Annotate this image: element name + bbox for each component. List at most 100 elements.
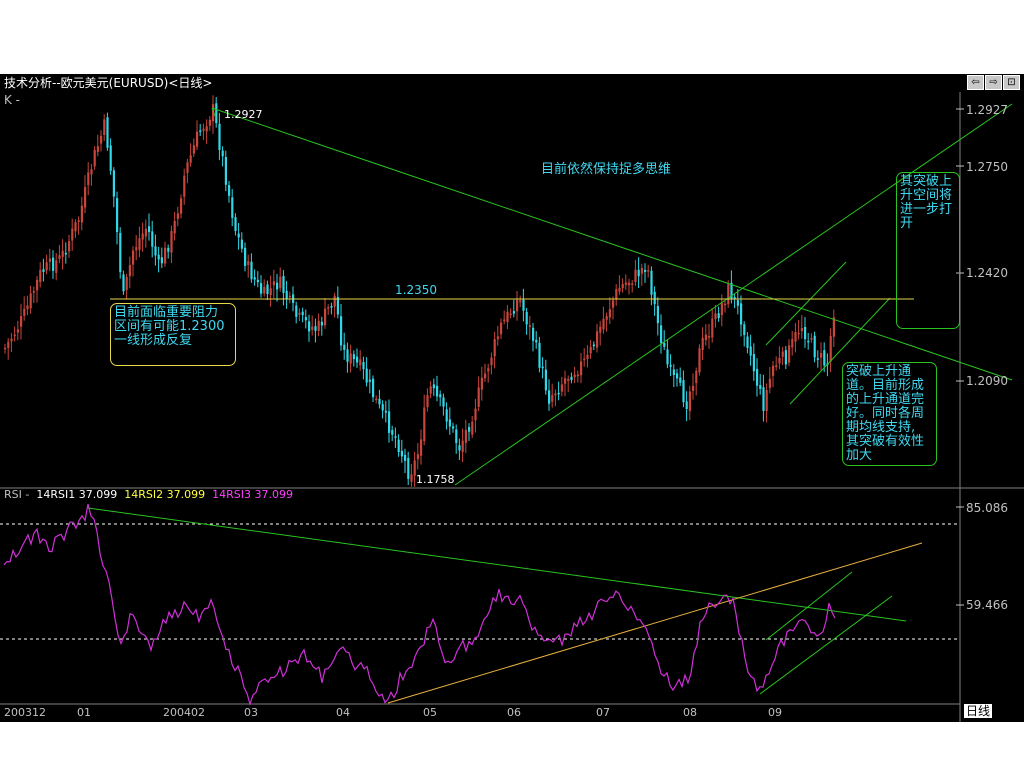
candle-body — [16, 329, 19, 333]
candle-body — [164, 247, 167, 264]
candle-body — [477, 387, 480, 407]
candle — [727, 280, 730, 308]
rsi2-label: 14RSI2 — [124, 488, 164, 501]
candle-body — [580, 361, 583, 376]
candle-body — [404, 454, 407, 461]
candle-body — [410, 474, 413, 482]
candle-body — [564, 378, 567, 384]
candle-body — [308, 321, 311, 332]
candle-body — [231, 197, 234, 218]
candle-body — [269, 288, 272, 296]
rsi-tick: 85.086 — [966, 501, 1008, 515]
annotation-line: 道。目前形成 — [846, 378, 925, 393]
candle-body — [416, 454, 419, 460]
candle-body — [106, 117, 109, 148]
candle-body — [772, 365, 775, 376]
candle-body — [570, 376, 573, 381]
candle-body — [458, 445, 461, 451]
annotation-line: 其突破有效性 — [846, 434, 925, 449]
candle-body — [352, 354, 355, 360]
candle-body — [228, 185, 231, 196]
candle-body — [135, 247, 138, 251]
candle-body — [583, 358, 586, 361]
candle-body — [336, 297, 339, 315]
x-axis-label: 09 — [768, 706, 782, 719]
candle-body — [196, 131, 199, 147]
candle-body — [455, 429, 458, 443]
candle-body — [154, 246, 157, 256]
candle-body — [84, 187, 87, 208]
candle-body — [442, 397, 445, 407]
annotation-line: 其突破上 — [900, 174, 953, 189]
candle-body — [202, 128, 205, 131]
annotation-line: 进一步打 — [900, 202, 953, 217]
candle-body — [272, 281, 275, 286]
prev-button[interactable]: ⇦ — [967, 75, 984, 90]
candle-body — [448, 419, 451, 427]
resistance-label: 1.2350 — [395, 283, 437, 297]
candle-body — [42, 269, 45, 272]
candle-body — [138, 238, 141, 250]
candle-body — [679, 377, 682, 383]
headline-annotation: 目前依然保持捉多思维 — [541, 162, 672, 177]
candle-body — [650, 270, 653, 295]
rsi-panel-name: RSI - — [4, 488, 30, 501]
candle-body — [535, 339, 538, 343]
candle-body — [157, 254, 160, 260]
annotation-line: 升空间将 — [900, 188, 953, 203]
candle-body — [538, 342, 541, 368]
candle-body — [528, 325, 531, 328]
candle-body — [240, 239, 243, 249]
candle-body — [324, 308, 327, 326]
candle-body — [253, 277, 256, 280]
candle-body — [698, 348, 701, 373]
candle-body — [644, 270, 647, 272]
candle-body — [320, 321, 323, 326]
rsi-tick: 59.466 — [966, 598, 1008, 612]
candle-body — [704, 334, 707, 341]
candle-body — [90, 169, 93, 175]
x-axis-label: 08 — [683, 706, 697, 719]
next-button[interactable]: ⇨ — [985, 75, 1002, 90]
candle-body — [317, 320, 320, 331]
candle-body — [468, 427, 471, 432]
candle-body — [717, 313, 720, 319]
candle-body — [496, 336, 499, 340]
candle-body — [720, 303, 723, 316]
candle-body — [724, 303, 727, 306]
candle-body — [237, 233, 240, 238]
candle-body — [714, 313, 717, 320]
candle-body — [276, 282, 279, 290]
candle-body — [362, 362, 365, 370]
candle-body — [176, 213, 179, 219]
candle-body — [628, 282, 631, 286]
candle-body — [816, 358, 819, 360]
candle-body — [205, 126, 208, 132]
candle-body — [151, 231, 154, 247]
candle-body — [781, 351, 784, 357]
candle-body — [96, 146, 99, 152]
candle — [119, 227, 122, 279]
candle-body — [100, 135, 103, 144]
annotation-line: 加大 — [846, 448, 873, 463]
candle-body — [708, 336, 711, 338]
low-label: 1.1758 — [416, 473, 455, 486]
candle-body — [77, 220, 80, 222]
candle-body — [701, 337, 704, 350]
candle-body — [452, 426, 455, 429]
candle-body — [490, 357, 493, 366]
candle-body — [10, 338, 13, 342]
candle-body — [119, 232, 122, 273]
price-tick: 1.2420 — [966, 266, 1008, 280]
candle-body — [167, 247, 170, 252]
x-axis-label: 05 — [423, 706, 437, 719]
annotation-line: 开 — [900, 216, 914, 231]
candle-body — [656, 306, 659, 324]
candle-body — [631, 283, 634, 285]
maximize-button[interactable]: ⊡ — [1003, 75, 1020, 90]
candle-body — [215, 103, 218, 124]
candle-body — [61, 250, 64, 257]
candle-body — [391, 430, 394, 435]
candle-body — [125, 276, 128, 291]
left-annotation-box: 目前面临重要阻力 区间有可能1.2300 一线形成反复 — [110, 303, 236, 366]
